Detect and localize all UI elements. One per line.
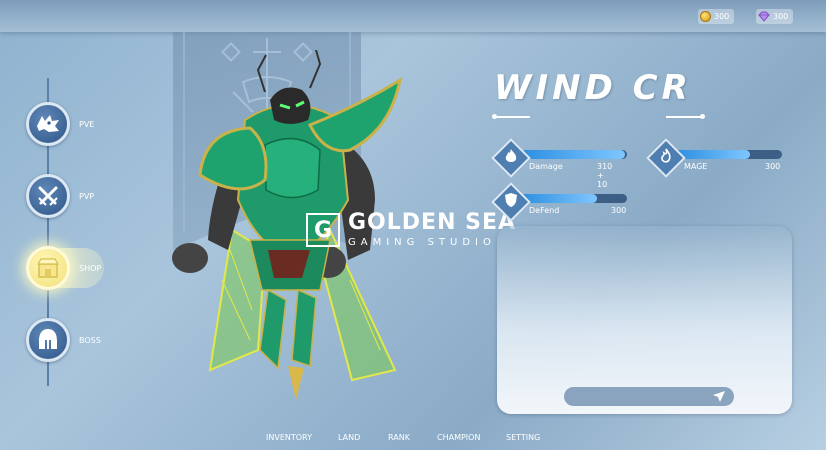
damage-label: Damage	[529, 162, 563, 171]
chat-input[interactable]	[564, 387, 734, 406]
damage-bar-fill	[521, 150, 625, 159]
nav-label-shop: SHOP	[79, 263, 102, 273]
damage-bar	[521, 150, 627, 159]
nav-item-pve[interactable]: PVE	[26, 102, 94, 146]
nav-item-boss[interactable]: BOSS	[26, 318, 101, 362]
damage-value: 310 + 10	[597, 162, 613, 189]
title-divider-left	[494, 116, 530, 118]
nav-label-boss: BOSS	[79, 335, 101, 345]
gem-amount: 300	[773, 12, 789, 21]
wolf-skull-icon	[26, 102, 70, 146]
gold-currency[interactable]: 300	[698, 9, 735, 24]
logo-mark: G	[306, 213, 340, 247]
logo-title: GOLDEN SEA	[348, 210, 517, 235]
nav-item-pvp[interactable]: PVP	[26, 174, 94, 218]
send-icon[interactable]	[713, 391, 725, 402]
gold-amount: 300	[714, 12, 730, 21]
nav-label-pve: PVE	[79, 119, 95, 129]
mage-value: 300	[765, 162, 781, 171]
nav-label-pvp: PVP	[79, 191, 95, 201]
menu-setting[interactable]: SETTING	[506, 433, 540, 442]
defend-bar-fill	[521, 194, 598, 203]
gem-icon	[758, 11, 770, 22]
menu-land[interactable]: LAND	[338, 433, 360, 442]
magic-flame-icon	[646, 138, 686, 178]
fire-icon	[491, 138, 531, 178]
hero-name: WIND CR	[494, 68, 692, 108]
logo-subtitle: GAMING STUDIO	[348, 237, 496, 248]
defend-label: DeFend	[529, 206, 560, 215]
shop-icon	[26, 246, 70, 290]
gold-coin-icon	[700, 11, 711, 22]
defend-bar	[521, 194, 627, 203]
defend-value: 300	[611, 206, 627, 215]
title-divider-dot	[700, 114, 705, 119]
chat-panel	[497, 226, 792, 414]
nav-item-shop[interactable]: SHOP	[26, 246, 101, 290]
spartan-helmet-icon	[26, 318, 70, 362]
mage-bar-fill	[676, 150, 751, 159]
bottom-menu: INVENTORY LAND RANK CHAMPION SETTING	[0, 430, 826, 450]
crossed-swords-icon	[26, 174, 70, 218]
title-divider-right	[666, 116, 702, 118]
menu-rank[interactable]: RANK	[388, 433, 410, 442]
gem-currency[interactable]: 300	[756, 9, 794, 24]
mage-label: MAGE	[684, 162, 708, 171]
title-divider-dot	[492, 114, 497, 119]
menu-champion[interactable]: CHAMPION	[437, 433, 480, 442]
menu-inventory[interactable]: INVENTORY	[266, 433, 312, 442]
mage-bar	[676, 150, 782, 159]
studio-logo: G GOLDEN SEA GAMING STUDIO	[306, 212, 516, 248]
